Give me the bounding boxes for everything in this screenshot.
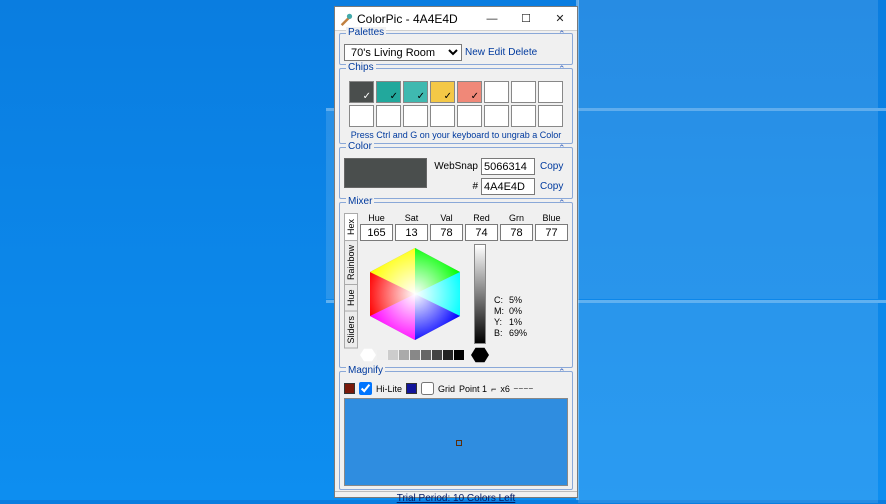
mixer-section: Mixer ⌃ HexRainbowHueSliders HueSatValRe… [339,202,573,368]
hilite-checkbox[interactable] [359,382,372,395]
palette-new-button[interactable]: New [465,47,485,58]
mixer-label: Blue [535,213,568,223]
mixer-tab-sliders[interactable]: Sliders [344,311,358,349]
status-bar[interactable]: Trial Period: 10 Colors Left [335,491,577,504]
websnap-input[interactable] [481,158,535,175]
palette-select[interactable]: 70's Living Room [344,44,462,61]
palettes-section: Palettes ⌃ 70's Living Room New Edit Del… [339,33,573,65]
color-chip[interactable] [484,105,509,127]
mixer-tab-hue[interactable]: Hue [344,284,358,312]
color-chip[interactable] [484,81,509,103]
color-legend: Color [346,141,374,152]
color-chip[interactable] [511,105,536,127]
palette-edit-button[interactable]: Edit [488,47,505,58]
color-chip[interactable]: ✓ [430,81,455,103]
minimize-button[interactable]: — [475,7,509,31]
collapse-icon[interactable]: ⌃ [558,367,568,378]
mixer-input-val[interactable] [430,224,463,241]
copy-websnap-button[interactable]: Copy [540,161,568,172]
hex-input[interactable] [481,178,535,195]
hilite-label: Hi-Lite [376,384,402,394]
palette-delete-button[interactable]: Delete [508,47,537,58]
color-chip[interactable] [376,105,401,127]
value-gradient[interactable] [474,244,486,344]
color-swatch [344,158,427,188]
app-icon [339,12,353,26]
magnify-crosshair [456,440,462,446]
color-chip[interactable] [457,105,482,127]
mixer-input-hue[interactable] [360,224,393,241]
color-chip[interactable]: ✓ [349,81,374,103]
mixer-legend: Mixer [346,196,374,207]
color-chip[interactable] [349,105,374,127]
collapse-icon[interactable]: ⌃ [558,29,568,40]
close-button[interactable]: ✕ [543,7,577,31]
mixer-tab-hex[interactable]: Hex [344,213,358,241]
collapse-icon[interactable]: ⌃ [558,143,568,154]
websnap-label: WebSnap [433,161,478,172]
mixer-label: Grn [500,213,533,223]
grayscale-row[interactable] [360,347,568,363]
grid-label: Grid [438,384,455,394]
colorpic-window: ColorPic - 4A4E4D — ☐ ✕ Palettes ⌃ 70's … [334,6,578,498]
color-chip[interactable] [538,81,563,103]
mixer-input-sat[interactable] [395,224,428,241]
black-hex-icon[interactable] [471,347,489,363]
point-label[interactable]: Point 1 [459,384,487,394]
hex-label: # [433,181,478,192]
zoom-slider[interactable]: ⎯⎯⎯⎯ [514,384,534,394]
color-chip[interactable] [538,105,563,127]
hilite-color[interactable] [344,383,355,394]
color-chip[interactable] [511,81,536,103]
maximize-button[interactable]: ☐ [509,7,543,31]
grid-checkbox[interactable] [421,382,434,395]
mixer-label: Sat [395,213,428,223]
mixer-input-red[interactable] [465,224,498,241]
collapse-icon[interactable]: ⌃ [558,64,568,75]
color-section: Color ⌃ WebSnap Copy # Copy [339,147,573,199]
magnify-section: Magnify ⌃ Hi-Lite Grid Point 1 ⌐ x6 ⎯⎯⎯⎯ [339,371,573,490]
copy-hex-button[interactable]: Copy [540,181,568,192]
mixer-label: Red [465,213,498,223]
chips-section: Chips ⌃ ✓✓✓✓✓ Press Ctrl and G on your k… [339,68,573,144]
point-lock-icon[interactable]: ⌐ [491,384,496,394]
mixer-input-blue[interactable] [535,224,568,241]
mixer-label: Val [430,213,463,223]
color-chip[interactable] [403,105,428,127]
magnify-view[interactable] [344,398,568,486]
color-chip[interactable]: ✓ [457,81,482,103]
mixer-tab-rainbow[interactable]: Rainbow [344,240,358,285]
mixer-input-grn[interactable] [500,224,533,241]
hex-color-wheel[interactable] [360,244,470,344]
color-chip[interactable]: ✓ [376,81,401,103]
color-chip[interactable] [430,105,455,127]
magnify-legend: Magnify [346,365,385,376]
palettes-legend: Palettes [346,27,386,38]
chips-legend: Chips [346,62,376,73]
window-title: ColorPic - 4A4E4D [357,12,475,26]
chips-hint: Press Ctrl and G on your keyboard to ung… [344,130,568,140]
color-chip[interactable]: ✓ [403,81,428,103]
collapse-icon[interactable]: ⌃ [558,198,568,209]
cmyb-readout: C:5% M:0% Y:1% B:69% [494,295,533,338]
grid-color[interactable] [406,383,417,394]
zoom-label: x6 [500,384,510,394]
mixer-label: Hue [360,213,393,223]
